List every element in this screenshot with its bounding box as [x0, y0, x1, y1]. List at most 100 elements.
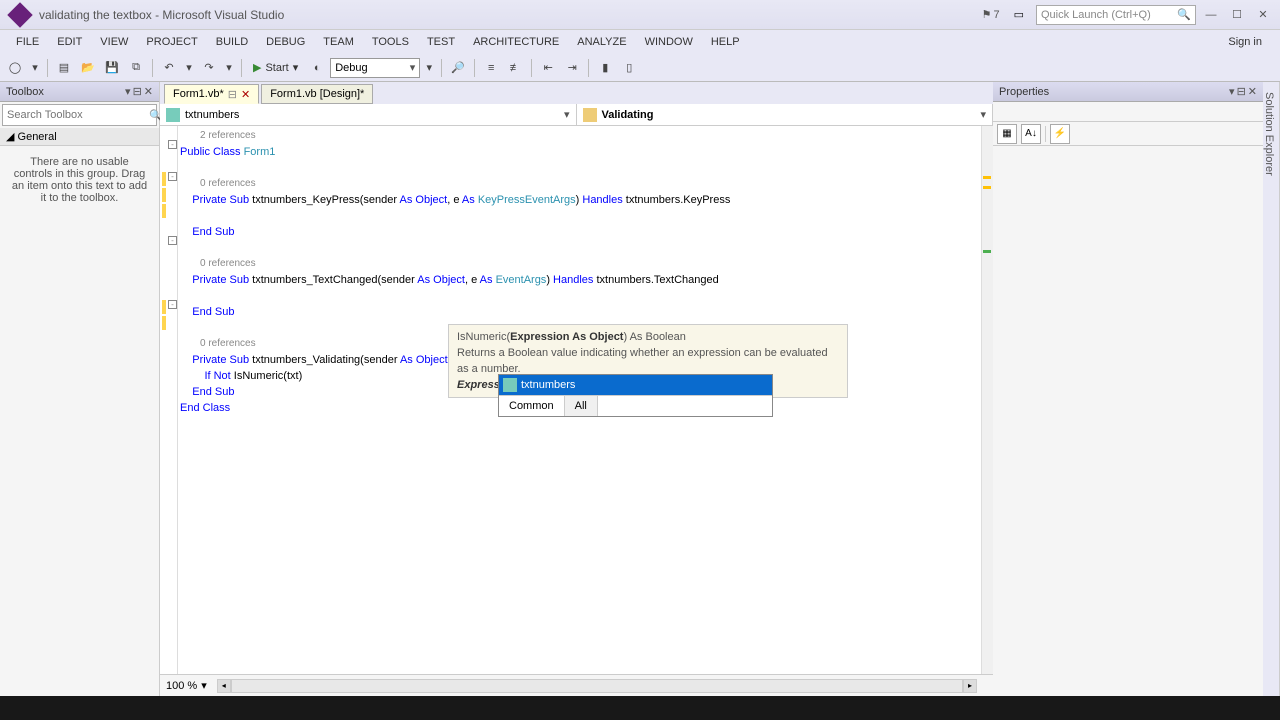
menu-help[interactable]: HELP — [703, 34, 748, 50]
intellisense-tab-common[interactable]: Common — [499, 396, 565, 416]
intellisense-popup[interactable]: txtnumbers Common All — [498, 374, 773, 417]
properties-panel: Properties ▾ ⊟ ✕ ▦ A↓ ⚡ — [993, 82, 1263, 696]
close-icon[interactable]: ✕ — [1248, 85, 1257, 98]
outdent-button[interactable]: ⇤ — [537, 57, 559, 79]
scroll-track[interactable] — [231, 679, 963, 693]
toolbox-header: Toolbox ▾ ⊟ ✕ — [0, 82, 159, 102]
bookmark-button[interactable]: ▮ — [594, 57, 616, 79]
zoom-selector[interactable]: 100 % ▾ — [166, 679, 207, 692]
config-combo[interactable]: Debug — [330, 58, 420, 78]
platform-dropdown[interactable]: ▾ — [422, 57, 436, 79]
chevron-down-icon: ▾ — [293, 61, 299, 74]
toolbar: ◯ ▾ ▤ 📂 💾 ⧉ ↶ ▾ ↷ ▾ ▶ Start ▾ ◐ Debug ▾ … — [0, 54, 1280, 82]
solution-explorer-tab[interactable]: Solution Explorer — [1263, 82, 1280, 696]
categorized-button[interactable]: ▦ — [997, 124, 1017, 144]
toolbox-group-general[interactable]: ◢ General — [0, 128, 159, 146]
menu-analyze[interactable]: ANALYZE — [569, 34, 634, 50]
events-button[interactable]: ⚡ — [1050, 124, 1070, 144]
notification-count: 7 — [993, 9, 999, 21]
tooltip-description: Returns a Boolean value indicating wheth… — [457, 345, 839, 377]
dropdown-icon[interactable]: ▾ — [1229, 85, 1235, 98]
close-button[interactable]: ✕ — [1252, 5, 1274, 25]
toolbox-search[interactable]: 🔍 — [2, 104, 157, 126]
intellisense-tab-all[interactable]: All — [565, 396, 598, 416]
feedback-icon[interactable]: ▭ — [1014, 8, 1024, 21]
alphabetical-button[interactable]: A↓ — [1021, 124, 1041, 144]
windows-taskbar — [0, 696, 1280, 720]
menu-build[interactable]: BUILD — [208, 34, 256, 50]
menu-project[interactable]: PROJECT — [138, 34, 205, 50]
save-button[interactable]: 💾 — [101, 57, 123, 79]
toolbox-title: Toolbox — [6, 86, 44, 98]
minimize-button[interactable]: — — [1200, 5, 1222, 25]
codelens[interactable]: 2 references — [180, 128, 993, 144]
code-area[interactable]: - - - - 2 references Public Class Form1 … — [160, 126, 993, 674]
menu-view[interactable]: VIEW — [92, 34, 136, 50]
indent-button[interactable]: ⇥ — [561, 57, 583, 79]
sign-in-link[interactable]: Sign in — [1218, 34, 1272, 50]
properties-title: Properties — [999, 86, 1049, 98]
find-button[interactable]: 🔎 — [447, 57, 469, 79]
enhanced-scrollbar[interactable] — [981, 126, 993, 674]
scroll-left-button[interactable]: ◂ — [217, 679, 231, 693]
toolbox-search-input[interactable] — [7, 109, 149, 121]
menu-tools[interactable]: TOOLS — [364, 34, 417, 50]
fold-icon[interactable]: - — [168, 236, 177, 245]
intellisense-item[interactable]: txtnumbers — [499, 375, 772, 395]
title-bar: validating the textbox - Microsoft Visua… — [0, 0, 1280, 30]
code-editor: Form1.vb* ⊟ ✕ Form1.vb [Design]* txtnumb… — [160, 82, 993, 696]
menu-bar: FILE EDIT VIEW PROJECT BUILD DEBUG TEAM … — [0, 30, 1280, 54]
properties-object-selector[interactable] — [993, 102, 1263, 122]
codelens[interactable]: 0 references — [180, 256, 993, 272]
change-marker — [162, 204, 166, 218]
field-icon — [166, 108, 180, 122]
type-label: txtnumbers — [185, 109, 239, 121]
menu-debug[interactable]: DEBUG — [258, 34, 313, 50]
quick-launch-placeholder: Quick Launch (Ctrl+Q) — [1041, 9, 1151, 21]
horizontal-scrollbar[interactable]: ◂ ▸ — [217, 679, 977, 693]
comment-button[interactable]: ≡ — [480, 57, 502, 79]
scroll-right-button[interactable]: ▸ — [963, 679, 977, 693]
browser-select-button[interactable]: ◐ — [306, 57, 328, 79]
type-selector[interactable]: txtnumbers — [160, 104, 577, 125]
fold-icon[interactable]: - — [168, 172, 177, 181]
nav-back-dropdown[interactable]: ▾ — [28, 57, 42, 79]
pin-icon[interactable]: ⊟ — [228, 88, 237, 101]
nav-back-button[interactable]: ◯ — [4, 57, 26, 79]
pin-icon[interactable]: ⊟ — [1237, 85, 1246, 98]
menu-window[interactable]: WINDOW — [637, 34, 701, 50]
fold-icon[interactable]: - — [168, 300, 177, 309]
intellisense-item-label: txtnumbers — [521, 377, 575, 393]
close-tab-icon[interactable]: ✕ — [241, 88, 250, 101]
member-label: Validating — [602, 109, 654, 121]
start-debug-button[interactable]: ▶ Start ▾ — [247, 61, 304, 74]
menu-file[interactable]: FILE — [8, 34, 47, 50]
new-project-button[interactable]: ▤ — [53, 57, 75, 79]
dropdown-icon[interactable]: ▾ — [125, 85, 131, 98]
tab-form1-design[interactable]: Form1.vb [Design]* — [261, 84, 373, 104]
play-icon: ▶ — [253, 61, 261, 74]
save-all-button[interactable]: ⧉ — [125, 57, 147, 79]
tab-form1-vb[interactable]: Form1.vb* ⊟ ✕ — [164, 84, 259, 104]
menu-edit[interactable]: EDIT — [49, 34, 90, 50]
bookmark-clear-button[interactable]: ▯ — [618, 57, 640, 79]
menu-architecture[interactable]: ARCHITECTURE — [465, 34, 567, 50]
member-selector[interactable]: Validating — [577, 104, 994, 125]
fold-icon[interactable]: - — [168, 140, 177, 149]
quick-launch-input[interactable]: Quick Launch (Ctrl+Q) 🔍 — [1036, 5, 1196, 25]
redo-button[interactable]: ↷ — [198, 57, 220, 79]
open-file-button[interactable]: 📂 — [77, 57, 99, 79]
redo-dropdown[interactable]: ▾ — [222, 57, 236, 79]
menu-team[interactable]: TEAM — [315, 34, 362, 50]
maximize-button[interactable]: ☐ — [1226, 5, 1248, 25]
undo-dropdown[interactable]: ▾ — [182, 57, 196, 79]
close-icon[interactable]: ✕ — [144, 85, 153, 98]
workspace: Toolbox ▾ ⊟ ✕ 🔍 ◢ General There are no u… — [0, 82, 1280, 696]
uncomment-button[interactable]: ≢ — [504, 57, 526, 79]
pin-icon[interactable]: ⊟ — [133, 85, 142, 98]
codelens[interactable]: 0 references — [180, 176, 993, 192]
menu-test[interactable]: TEST — [419, 34, 463, 50]
notification-indicator[interactable]: ⚑ 7 — [982, 8, 1000, 21]
undo-button[interactable]: ↶ — [158, 57, 180, 79]
chevron-down-icon: ▾ — [201, 679, 207, 692]
